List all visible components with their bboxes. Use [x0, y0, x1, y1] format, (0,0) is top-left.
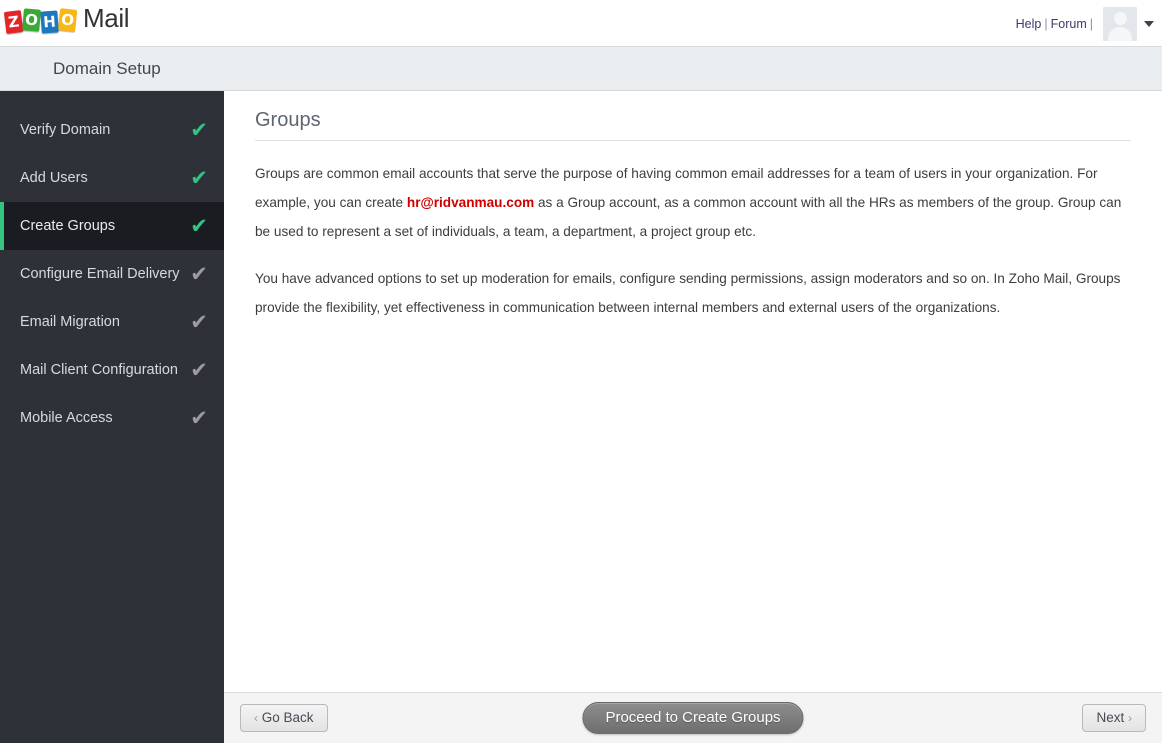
sidebar-item-mail-client-configuration[interactable]: Mail Client Configuration ✔	[0, 346, 224, 394]
sidebar-item-label: Configure Email Delivery	[20, 266, 180, 282]
help-link[interactable]: Help	[1016, 17, 1042, 31]
sidebar-item-configure-email-delivery[interactable]: Configure Email Delivery ✔	[0, 250, 224, 298]
zoho-mail-logo[interactable]: Z O H O Mail	[3, 3, 130, 34]
next-button[interactable]: Next ›	[1082, 704, 1146, 732]
description-paragraph-1: Groups are common email accounts that se…	[255, 159, 1135, 246]
page-breadcrumb-title: Domain Setup	[53, 59, 161, 78]
sidebar-item-add-users[interactable]: Add Users ✔	[0, 154, 224, 202]
sidebar-item-mobile-access[interactable]: Mobile Access ✔	[0, 394, 224, 442]
sidebar-item-label: Create Groups	[20, 218, 116, 234]
title-divider	[255, 140, 1131, 141]
sidebar-item-email-migration[interactable]: Email Migration ✔	[0, 298, 224, 346]
example-group-email: hr@ridvanmau.com	[406, 195, 535, 210]
check-icon: ✔	[190, 309, 208, 334]
sidebar-item-verify-domain[interactable]: Verify Domain ✔	[0, 106, 224, 154]
description-paragraph-2: You have advanced options to set up mode…	[255, 271, 1121, 315]
go-back-label: Go Back	[261, 710, 314, 725]
logo-cube-o2: O	[58, 8, 78, 32]
sidebar-item-label: Add Users	[20, 170, 88, 186]
sidebar-item-create-groups[interactable]: Create Groups ✔	[0, 202, 248, 250]
header-links: Help | Forum |	[1016, 17, 1096, 31]
top-bar-right: Help | Forum |	[1016, 0, 1154, 47]
forum-link[interactable]: Forum	[1051, 17, 1087, 31]
top-bar: Z O H O Mail Help | Forum |	[0, 0, 1162, 47]
main-content: Groups Groups are common email accounts …	[224, 91, 1162, 692]
groups-description: Groups are common email accounts that se…	[255, 159, 1135, 340]
setup-sidebar: Verify Domain ✔ Add Users ✔ Create Group…	[0, 91, 248, 743]
zoho-logo-cubes: Z O H O	[3, 4, 78, 34]
sidebar-item-label: Email Migration	[20, 314, 120, 330]
go-back-button[interactable]: ‹ Go Back	[240, 704, 328, 732]
sub-header-bar: Domain Setup	[0, 47, 1162, 91]
logo-cube-o1: O	[22, 8, 42, 32]
check-icon: ✔	[190, 357, 208, 382]
logo-product-name: Mail	[83, 3, 130, 33]
domain-setup-page: Z O H O Mail Help | Forum | Domain Setup Ve…	[0, 0, 1162, 743]
check-icon: ✔	[190, 261, 208, 286]
check-icon: ✔	[190, 117, 208, 142]
sidebar-item-label: Verify Domain	[20, 122, 111, 138]
logo-cube-z: Z	[3, 10, 24, 34]
header-separator-1: |	[1044, 16, 1048, 31]
page-title: Groups	[255, 109, 321, 131]
sidebar-item-label: Mobile Access	[20, 410, 113, 426]
avatar-body	[1108, 26, 1132, 41]
check-icon: ✔	[190, 405, 208, 430]
logo-cube-h: H	[40, 10, 59, 34]
user-avatar-icon[interactable]	[1103, 6, 1137, 41]
header-separator-2: |	[1089, 16, 1093, 31]
chevron-left-icon: ‹	[254, 711, 258, 725]
chevron-right-icon: ›	[1128, 711, 1132, 725]
footer-bar: ‹ Go Back Proceed to Create Groups Next …	[224, 692, 1162, 743]
sidebar-item-label: Mail Client Configuration	[20, 362, 178, 378]
next-label: Next	[1096, 710, 1125, 725]
proceed-to-create-groups-button[interactable]: Proceed to Create Groups	[582, 702, 804, 734]
avatar-head	[1113, 11, 1127, 25]
check-icon: ✔	[190, 165, 208, 190]
chevron-down-icon[interactable]	[1144, 20, 1154, 27]
check-icon: ✔	[190, 213, 208, 238]
